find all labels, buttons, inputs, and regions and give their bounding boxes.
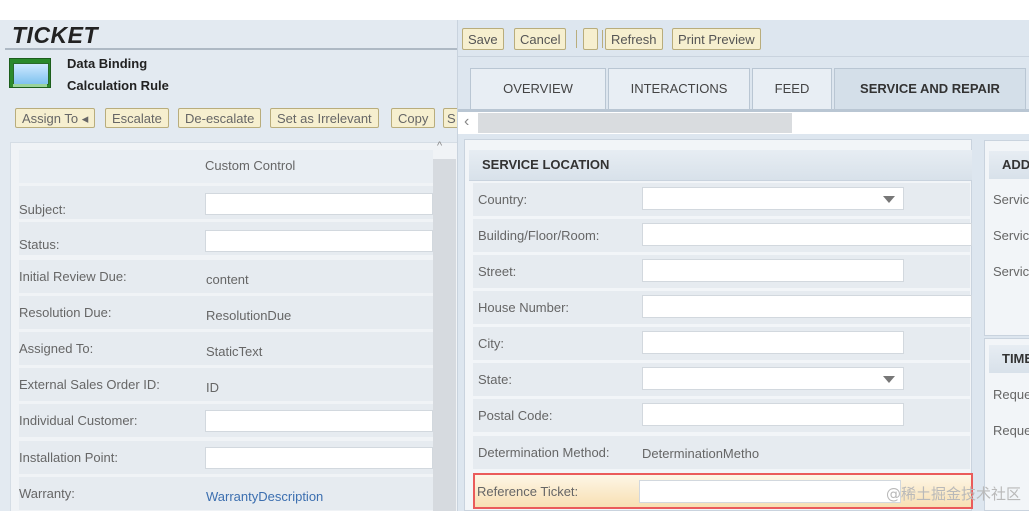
chevron-down-icon	[883, 196, 895, 203]
service-row-postal-code: Postal Code:	[473, 399, 970, 432]
postal-code-label: Postal Code:	[478, 408, 553, 423]
additional-panel: ADD Servic Servic Servic	[984, 140, 1029, 336]
house-number-input[interactable]	[642, 295, 972, 318]
resolution-due-value: ResolutionDue	[206, 308, 292, 323]
time-item: Reque	[993, 423, 1029, 438]
status-label: Status:	[19, 237, 60, 252]
additional-item: Servic	[993, 192, 1029, 207]
time-item: Reque	[993, 387, 1029, 402]
status-input[interactable]	[205, 230, 433, 252]
street-input[interactable]	[642, 259, 904, 282]
form-row-status: Status:	[19, 222, 433, 255]
postal-code-input[interactable]	[642, 403, 904, 426]
form-row-installation-point: Installation Point:	[19, 441, 433, 474]
subtitle-calculation-rule: Calculation Rule	[67, 78, 169, 93]
tab-interactions[interactable]: INTERACTIONS	[608, 68, 750, 110]
resolution-due-label: Resolution Due:	[19, 305, 112, 320]
individual-customer-label: Individual Customer:	[19, 413, 138, 428]
tab-overview[interactable]: OVERVIEW	[470, 68, 606, 110]
external-sales-order-value: ID	[206, 380, 219, 395]
city-label: City:	[478, 336, 504, 351]
form-row-external-sales-order: External Sales Order ID: ID	[19, 368, 433, 401]
page-title: TICKET	[12, 22, 99, 48]
toolbar-separator	[602, 30, 603, 48]
service-location-panel: SERVICE LOCATION Country: Building/Floor…	[464, 139, 973, 511]
scroll-up-icon[interactable]: ^	[437, 140, 442, 152]
service-row-street: Street:	[473, 255, 970, 288]
installation-point-label: Installation Point:	[19, 450, 119, 465]
copy-button[interactable]: Copy	[391, 108, 436, 128]
escalate-button[interactable]: Escalate	[105, 108, 169, 128]
truncated-button[interactable]: S	[443, 108, 457, 128]
additional-item: Servic	[993, 228, 1029, 243]
building-floor-room-input[interactable]	[642, 223, 972, 246]
service-row-building: Building/Floor/Room:	[473, 219, 972, 252]
additional-item: Servic	[993, 264, 1029, 279]
assign-to-button[interactable]: Assign To ◂	[15, 108, 96, 128]
service-row-house-number: House Number:	[473, 291, 972, 324]
toolbar-separator	[576, 30, 577, 48]
service-row-state: State:	[473, 363, 970, 396]
state-select[interactable]	[642, 367, 904, 390]
service-row-country: Country:	[473, 183, 970, 216]
ticket-panel: TICKET Data Binding Calculation Rule Ass…	[0, 20, 458, 511]
external-sales-order-label: External Sales Order ID:	[19, 377, 160, 392]
print-preview-button[interactable]: Print Preview	[672, 28, 761, 50]
initial-review-label: Initial Review Due:	[19, 269, 127, 284]
assigned-to-label: Assigned To:	[19, 341, 94, 356]
subtitle-data-binding: Data Binding	[67, 56, 148, 71]
building-floor-room-label: Building/Floor/Room:	[478, 228, 600, 243]
deescalate-button[interactable]: De-escalate	[178, 108, 262, 128]
reference-ticket-label: Reference Ticket:	[477, 484, 579, 499]
form-row-resolution-due: Resolution Due: ResolutionDue	[19, 296, 433, 329]
horizontal-scroll-thumb[interactable]	[478, 113, 792, 133]
form-row-initial-review: Initial Review Due: content	[19, 260, 433, 293]
ticket-form: Custom Control Subject: Status: Initial …	[10, 142, 457, 511]
vertical-scrollbar[interactable]	[433, 159, 456, 511]
warranty-link[interactable]: WarrantyDescription	[206, 489, 323, 504]
custom-control-label: Custom Control	[205, 158, 296, 173]
subject-label: Subject:	[19, 202, 66, 217]
street-label: Street:	[478, 264, 517, 279]
time-panel-title: TIME	[1002, 351, 1029, 366]
tab-feed[interactable]: FEED	[752, 68, 832, 110]
scroll-left-icon[interactable]: ‹	[464, 113, 469, 131]
title-divider	[5, 48, 457, 50]
chevron-down-icon	[883, 376, 895, 383]
form-row-subject: Subject:	[19, 186, 433, 219]
toolbar-divider	[458, 56, 1029, 57]
refresh-button[interactable]: Refresh	[605, 28, 663, 50]
reference-ticket-input[interactable]	[639, 480, 901, 503]
set-irrelevant-button[interactable]: Set as Irrelevant	[270, 108, 379, 128]
state-label: State:	[478, 372, 512, 387]
service-row-city: City:	[473, 327, 970, 360]
assigned-to-value: StaticText	[206, 344, 263, 359]
tab-service-and-repair[interactable]: SERVICE AND REPAIR	[834, 68, 1026, 110]
save-button[interactable]: Save	[462, 28, 504, 50]
blank-button[interactable]	[583, 28, 598, 50]
country-label: Country:	[478, 192, 528, 207]
service-location-title: SERVICE LOCATION	[482, 157, 610, 172]
form-row-individual-customer: Individual Customer:	[19, 404, 433, 437]
additional-panel-title: ADD	[1002, 157, 1029, 172]
cancel-button[interactable]: Cancel	[514, 28, 567, 50]
determination-method-value: DeterminationMetho	[642, 446, 760, 461]
individual-customer-input[interactable]	[205, 410, 433, 432]
initial-review-value: content	[206, 272, 249, 287]
determination-method-label: Determination Method:	[478, 445, 610, 460]
city-input[interactable]	[642, 331, 904, 354]
subject-input[interactable]	[205, 193, 433, 215]
service-row-determination-method: Determination Method: DeterminationMetho	[473, 436, 970, 469]
watermark: @稀土掘金技术社区	[885, 485, 1021, 503]
detail-area: Save Cancel Refresh Print Preview OVERVI…	[458, 20, 1029, 511]
form-row-warranty: Warranty: WarrantyDescription	[19, 477, 433, 510]
custom-control-row: Custom Control	[19, 150, 433, 183]
warranty-label: Warranty:	[19, 486, 75, 501]
ticket-icon	[9, 58, 51, 88]
form-row-assigned-to: Assigned To: StaticText	[19, 332, 433, 365]
installation-point-input[interactable]	[205, 447, 433, 469]
country-select[interactable]	[642, 187, 904, 210]
house-number-label: House Number:	[478, 300, 570, 315]
